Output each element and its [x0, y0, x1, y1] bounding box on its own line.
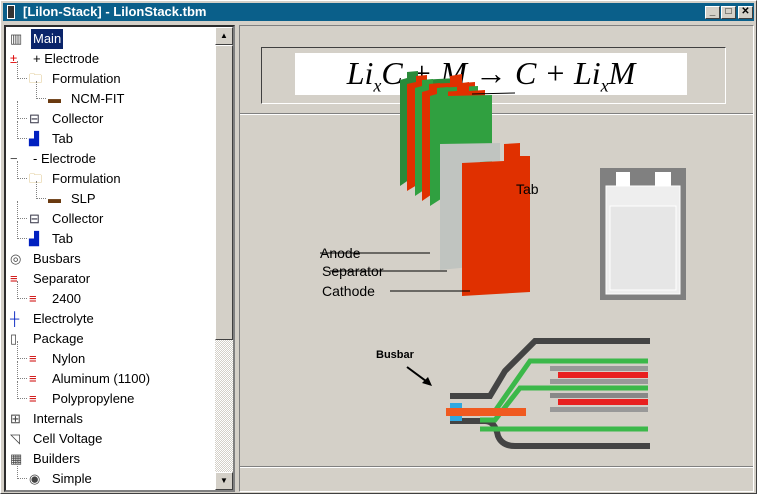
cathode-label: Cathode: [322, 283, 375, 299]
material-icon: ▬: [48, 91, 61, 106]
layer-icon: ≡: [29, 291, 37, 306]
maximize-button[interactable]: □: [721, 6, 736, 19]
tree-connector: [17, 461, 27, 479]
tab-icon: ▟: [29, 231, 39, 246]
vertical-scrollbar[interactable]: ▲ ▼: [215, 27, 233, 490]
title-bar: [Lilon-Stack] - LilonStack.tbm _ □ ✕: [3, 3, 754, 21]
main-view: LixC + M → C + LixM Tab Anode Separator …: [239, 25, 754, 492]
tree-connector: [17, 221, 27, 239]
tree-connector: [17, 101, 27, 119]
tree-item-label: Cell Voltage: [33, 431, 103, 446]
tree-item-label: Collector: [52, 211, 104, 226]
tree-item-label: Main: [29, 28, 65, 50]
window-title: [Lilon-Stack] - LilonStack.tbm: [23, 4, 207, 19]
cell-diagram: [320, 71, 686, 449]
layer-icon: ≡: [29, 391, 37, 406]
radio-icon: ◉: [29, 471, 41, 486]
internals-icon: ⊞: [10, 411, 21, 426]
tree-item-label: Aluminum (1100): [52, 371, 151, 386]
tree-connector: [17, 381, 27, 399]
tree-connector: [17, 61, 27, 79]
minimize-button[interactable]: _: [705, 6, 720, 19]
electrolyte-icon: ┼: [10, 311, 20, 326]
tree-item-label: Nylon: [52, 351, 86, 366]
battery-icon: [7, 5, 15, 19]
tree-connector: [17, 361, 27, 379]
tree-item-label: Formulation: [52, 71, 121, 86]
layer-icon: ≡: [29, 351, 37, 366]
tree-item-label: Package: [33, 331, 84, 346]
tree-item-label: NCM-FIT: [71, 91, 125, 106]
tree-connector: [17, 121, 27, 139]
tree-item-label: Separator: [33, 271, 91, 286]
tree-item-label: Builders: [33, 451, 80, 466]
tree-connector: [17, 201, 27, 219]
scroll-thumb[interactable]: [215, 45, 233, 340]
tree-item-label: Polypropylene: [52, 391, 135, 406]
material-icon: ▬: [48, 191, 61, 206]
tree-item-label: Formulation: [52, 171, 121, 186]
layer-icon: ≡: [29, 371, 37, 386]
tree-item-label: 2400: [52, 291, 81, 306]
tree-item-label: Collector: [52, 111, 104, 126]
busbar-cross-section: [406, 338, 650, 449]
busbar-label: Busbar: [376, 349, 414, 361]
tree-connector: [36, 181, 46, 199]
tab-icon: ▟: [29, 131, 39, 146]
close-button[interactable]: ✕: [738, 6, 753, 19]
tree-connector: [36, 81, 46, 99]
tree-item-label: Tab: [52, 231, 73, 246]
tree-connector: [17, 281, 27, 299]
tree-item-label: Tab: [52, 131, 73, 146]
tree-item-label: Electrolyte: [33, 311, 94, 326]
anode-label: Anode: [320, 245, 361, 261]
voltage-curve-icon: ◹: [10, 431, 20, 446]
battery-stack-icon: ▥: [10, 31, 23, 46]
pouch-cell-photo: [600, 168, 686, 300]
tree-connector: [17, 341, 27, 359]
tree-view[interactable]: ▥ Main ± + Electrode 🗀 Formulation ▬ NCM-FIT ⊟ Co…: [4, 25, 235, 492]
tree-item-label: + Electrode: [33, 51, 100, 66]
tree-item-label: Busbars: [33, 251, 81, 266]
tree-item-label: SLP: [71, 191, 96, 206]
busbar-icon: ◎: [10, 251, 22, 266]
collector-icon: ⊟: [29, 111, 40, 126]
scroll-up-button[interactable]: ▲: [215, 27, 233, 45]
tree-item-label: Internals: [33, 411, 83, 426]
tab-label: Tab: [516, 181, 539, 197]
app-window: [Lilon-Stack] - LilonStack.tbm _ □ ✕ ▥ Ma…: [0, 0, 757, 494]
tree-connector: [17, 161, 27, 179]
separator-label: Separator: [322, 263, 384, 279]
scroll-down-button[interactable]: ▼: [215, 472, 233, 490]
tree-item-label: - Electrode: [33, 151, 96, 166]
collector-icon: ⊟: [29, 211, 40, 226]
divider: [240, 466, 753, 468]
tree-item-label: Simple: [52, 471, 92, 486]
